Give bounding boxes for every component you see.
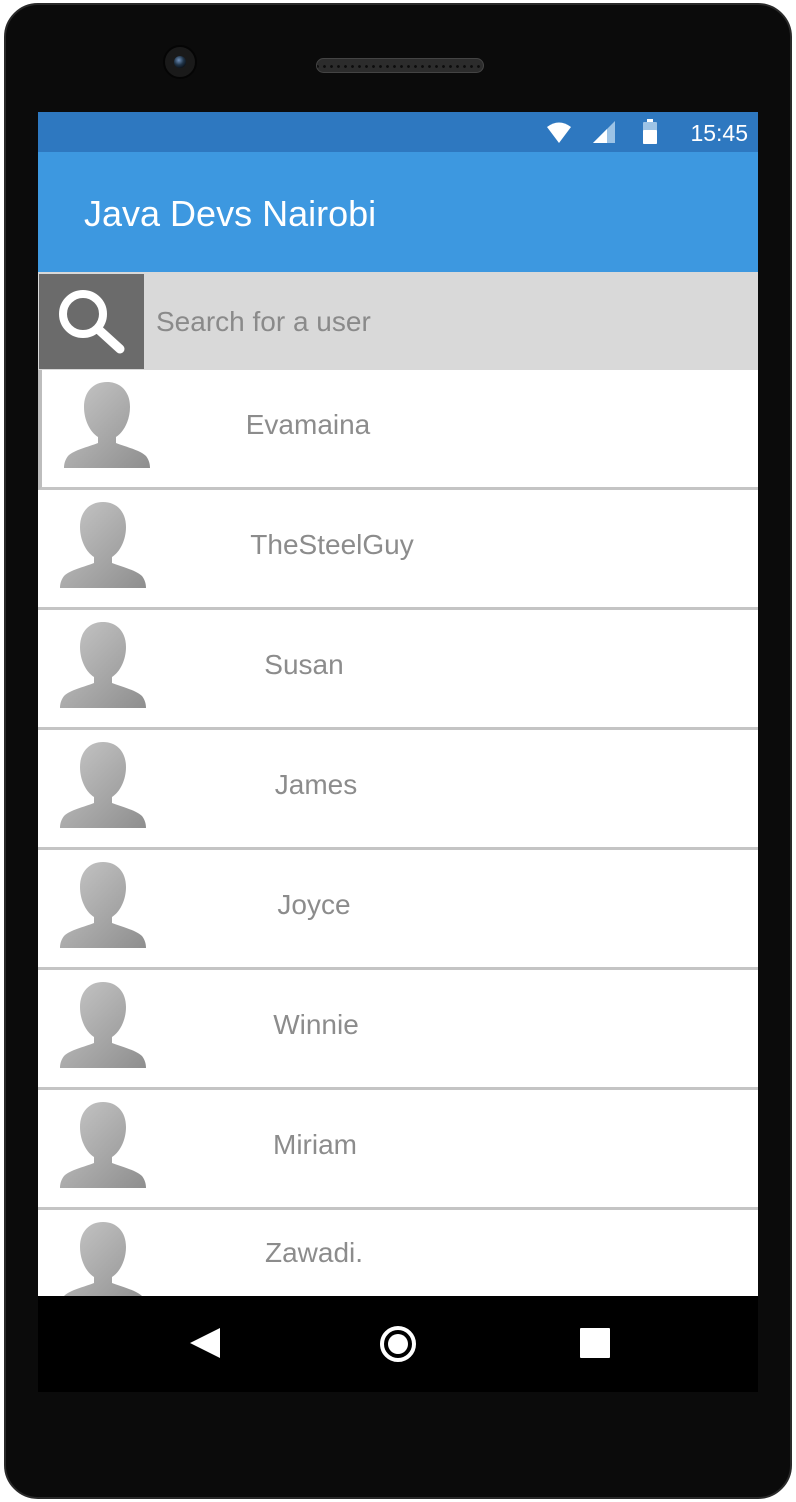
- earpiece-speaker: [316, 58, 484, 73]
- user-list-item[interactable]: James: [38, 730, 758, 850]
- user-avatar-icon: [64, 382, 150, 468]
- home-icon[interactable]: [379, 1325, 417, 1363]
- user-avatar-icon: [60, 622, 146, 708]
- user-avatar-icon: [60, 502, 146, 588]
- user-list-item[interactable]: Miriam: [38, 1090, 758, 1210]
- user-list-item[interactable]: Evamaina: [38, 370, 758, 490]
- user-list-item[interactable]: Winnie: [38, 970, 758, 1090]
- user-name: Zawadi.: [264, 1237, 364, 1268]
- search-icon: [58, 289, 124, 353]
- search-button[interactable]: [39, 274, 144, 369]
- user-avatar-icon: [60, 862, 146, 948]
- user-name: Miriam: [273, 1129, 357, 1160]
- user-name: TheSteelGuy: [250, 529, 414, 560]
- navigation-bar: [38, 1296, 758, 1392]
- app-title: Java Devs Nairobi: [84, 193, 377, 234]
- user-name: James: [274, 769, 358, 800]
- front-camera: [163, 45, 197, 79]
- user-name: Susan: [264, 649, 344, 680]
- user-avatar-icon: [60, 982, 146, 1068]
- user-list-item[interactable]: Susan: [38, 610, 758, 730]
- user-list: Evamaina TheSteelGuy Susan James Joyce W…: [38, 370, 758, 1330]
- user-name: Winnie: [273, 1009, 359, 1040]
- wifi-icon: [547, 122, 571, 143]
- user-name: Joyce: [277, 889, 351, 920]
- app-toolbar: Java Devs Nairobi: [38, 152, 758, 272]
- user-list-item[interactable]: Joyce: [38, 850, 758, 970]
- user-list-item[interactable]: TheSteelGuy: [38, 490, 758, 610]
- cell-signal-icon: [593, 121, 615, 143]
- user-avatar-icon: [60, 1222, 146, 1308]
- user-avatar-icon: [60, 742, 146, 828]
- battery-icon: [643, 119, 657, 144]
- back-icon[interactable]: [188, 1326, 222, 1360]
- user-avatar-icon: [60, 1102, 146, 1188]
- search-bar: [38, 272, 758, 370]
- status-bar: 15:45: [38, 112, 758, 152]
- search-input[interactable]: [146, 282, 746, 362]
- app-screen: 15:45 Java Devs Nairobi Evamaina TheStee…: [38, 112, 758, 1392]
- recent-apps-icon[interactable]: [580, 1328, 610, 1358]
- user-name: Evamaina: [245, 409, 371, 440]
- clock: 15:45: [690, 120, 748, 146]
